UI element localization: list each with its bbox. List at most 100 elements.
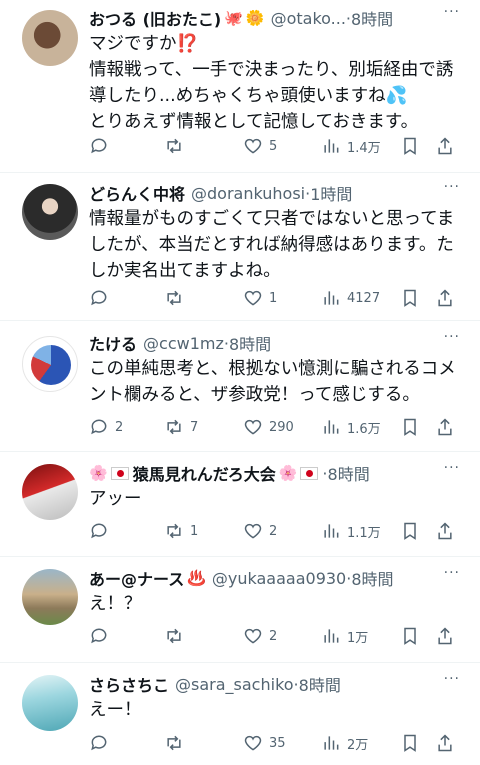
avatar[interactable] (22, 675, 78, 731)
more-options-icon[interactable]: ··· (444, 329, 460, 345)
bookmark-icon (404, 734, 416, 752)
reply-button[interactable] (89, 288, 115, 308)
bookmark-button[interactable] (400, 136, 420, 156)
retweet-icon (167, 290, 181, 306)
avatar[interactable] (22, 569, 78, 625)
share-button[interactable] (435, 417, 455, 437)
like-button[interactable]: 35 (243, 733, 286, 753)
tweet-text: え！？ (89, 594, 142, 614)
bookmark-button[interactable] (400, 733, 420, 753)
timestamp[interactable]: 8時間 (229, 331, 271, 355)
timestamp[interactable]: 8時間 (299, 672, 341, 696)
views-icon (324, 420, 339, 434)
like-button[interactable]: 2 (243, 521, 277, 541)
display-name[interactable]: どらんく中将 (89, 181, 185, 205)
more-options-icon[interactable]: ··· (444, 565, 460, 581)
retweet-icon (167, 419, 181, 435)
reply-button[interactable] (89, 626, 115, 646)
user-handle[interactable]: @ccw1mz (143, 334, 224, 353)
timestamp[interactable]: 8時間 (351, 566, 393, 590)
tweet[interactable]: おつる (旧おたこ) 🐙 🌼 @otako... · 8時間 マジですか⁉️ 情… (0, 0, 480, 173)
retweet-button[interactable] (164, 288, 190, 308)
tweet[interactable]: 🌸 猿馬見れんだろ大会 🌸 · 8時間 アッー ··· 1 2 1.1万 (0, 452, 480, 557)
share-button[interactable] (435, 626, 455, 646)
japan-flag-icon (300, 466, 319, 480)
views-count: 1.6万 (347, 421, 381, 437)
more-options-icon[interactable]: ··· (444, 4, 460, 20)
share-button[interactable] (435, 733, 455, 753)
user-handle[interactable]: @sara_sachiko (175, 675, 294, 694)
share-button[interactable] (435, 136, 455, 156)
user-handle[interactable]: @otako... (271, 9, 346, 28)
reply-icon (91, 523, 107, 539)
tweet-header: さらさちこ @sara_sachiko · 8時間 (89, 672, 468, 696)
timestamp[interactable]: 8時間 (328, 461, 370, 485)
more-options-icon[interactable]: ··· (444, 460, 460, 476)
avatar[interactable] (22, 184, 78, 240)
views-button[interactable]: 4127 (321, 288, 380, 308)
views-button[interactable]: 1.1万 (321, 521, 381, 541)
views-icon (324, 629, 339, 643)
reply-icon (91, 735, 107, 751)
reply-button[interactable] (89, 136, 115, 156)
timeline-feed: おつる (旧おたこ) 🐙 🌼 @otako... · 8時間 マジですか⁉️ 情… (0, 0, 480, 765)
retweet-button[interactable] (164, 733, 190, 753)
views-icon (324, 291, 339, 305)
avatar[interactable] (22, 10, 78, 66)
like-button[interactable]: 2 (243, 626, 277, 646)
views-count: 1万 (347, 630, 369, 646)
like-button[interactable]: 1 (243, 288, 277, 308)
hot-springs-emoji: ♨️ (187, 569, 206, 587)
display-name[interactable]: あー@ナース (89, 566, 184, 590)
like-count: 290 (269, 419, 294, 435)
user-handle[interactable]: @yukaaaaa0930 (212, 569, 346, 588)
action-bar: 5 1.4万 (89, 134, 452, 158)
tweet[interactable]: どらんく中将 @dorankuhosi · 1時間 情報量がものすごくて只者では… (0, 173, 480, 321)
bookmark-icon (404, 627, 416, 645)
bookmark-button[interactable] (400, 626, 420, 646)
heart-icon (244, 735, 262, 751)
reply-icon (91, 419, 107, 435)
retweet-button[interactable] (164, 626, 190, 646)
display-name[interactable]: さらさちこ (89, 672, 169, 696)
heart-icon (244, 419, 262, 435)
retweet-icon (167, 628, 181, 644)
timestamp[interactable]: 8時間 (351, 6, 393, 30)
display-name[interactable]: たける (89, 331, 137, 355)
views-button[interactable]: 1.6万 (321, 417, 381, 437)
avatar[interactable] (22, 464, 78, 520)
views-button[interactable]: 1万 (321, 626, 368, 646)
views-button[interactable]: 2万 (321, 733, 368, 753)
views-button[interactable]: 1.4万 (321, 136, 381, 156)
like-button[interactable]: 290 (243, 417, 294, 437)
tweet[interactable]: あー@ナース ♨️ @yukaaaaa0930 · 8時間 え！？ ··· 2 … (0, 557, 480, 663)
bookmark-button[interactable] (400, 288, 420, 308)
bookmark-icon (404, 418, 416, 436)
retweet-button[interactable]: 1 (164, 521, 198, 541)
more-options-icon[interactable]: ··· (444, 671, 460, 687)
retweet-button[interactable] (164, 136, 190, 156)
reply-button[interactable] (89, 733, 115, 753)
avatar[interactable] (22, 336, 78, 392)
share-icon (438, 627, 452, 645)
retweet-button[interactable]: 7 (164, 417, 198, 437)
tweet[interactable]: たける @ccw1mz · 8時間 この単純思考と、根拠ない憶測に騙されるコメン… (0, 321, 480, 452)
tweet[interactable]: さらさちこ @sara_sachiko · 8時間 えー！ ··· 35 2万 (0, 663, 480, 765)
timestamp[interactable]: 1時間 (310, 181, 352, 205)
user-handle[interactable]: @dorankuhosi (191, 184, 305, 203)
bookmark-button[interactable] (400, 521, 420, 541)
reply-button[interactable]: 2 (89, 417, 123, 437)
reply-icon (91, 138, 107, 154)
display-name[interactable]: おつる (旧おたこ) (89, 6, 221, 30)
share-button[interactable] (435, 521, 455, 541)
like-count: 1 (269, 290, 278, 306)
more-options-icon[interactable]: ··· (444, 179, 460, 195)
tweet-text: 情報量がものすごくて只者ではないと思ってましたが、本当だとすれば納得感はあります… (89, 209, 455, 281)
reply-button[interactable] (89, 521, 115, 541)
like-count: 2 (269, 523, 278, 539)
share-button[interactable] (435, 288, 455, 308)
like-button[interactable]: 5 (243, 136, 277, 156)
heart-icon (244, 290, 262, 306)
display-name[interactable]: 猿馬見れんだろ大会 (133, 461, 276, 485)
bookmark-button[interactable] (400, 417, 420, 437)
